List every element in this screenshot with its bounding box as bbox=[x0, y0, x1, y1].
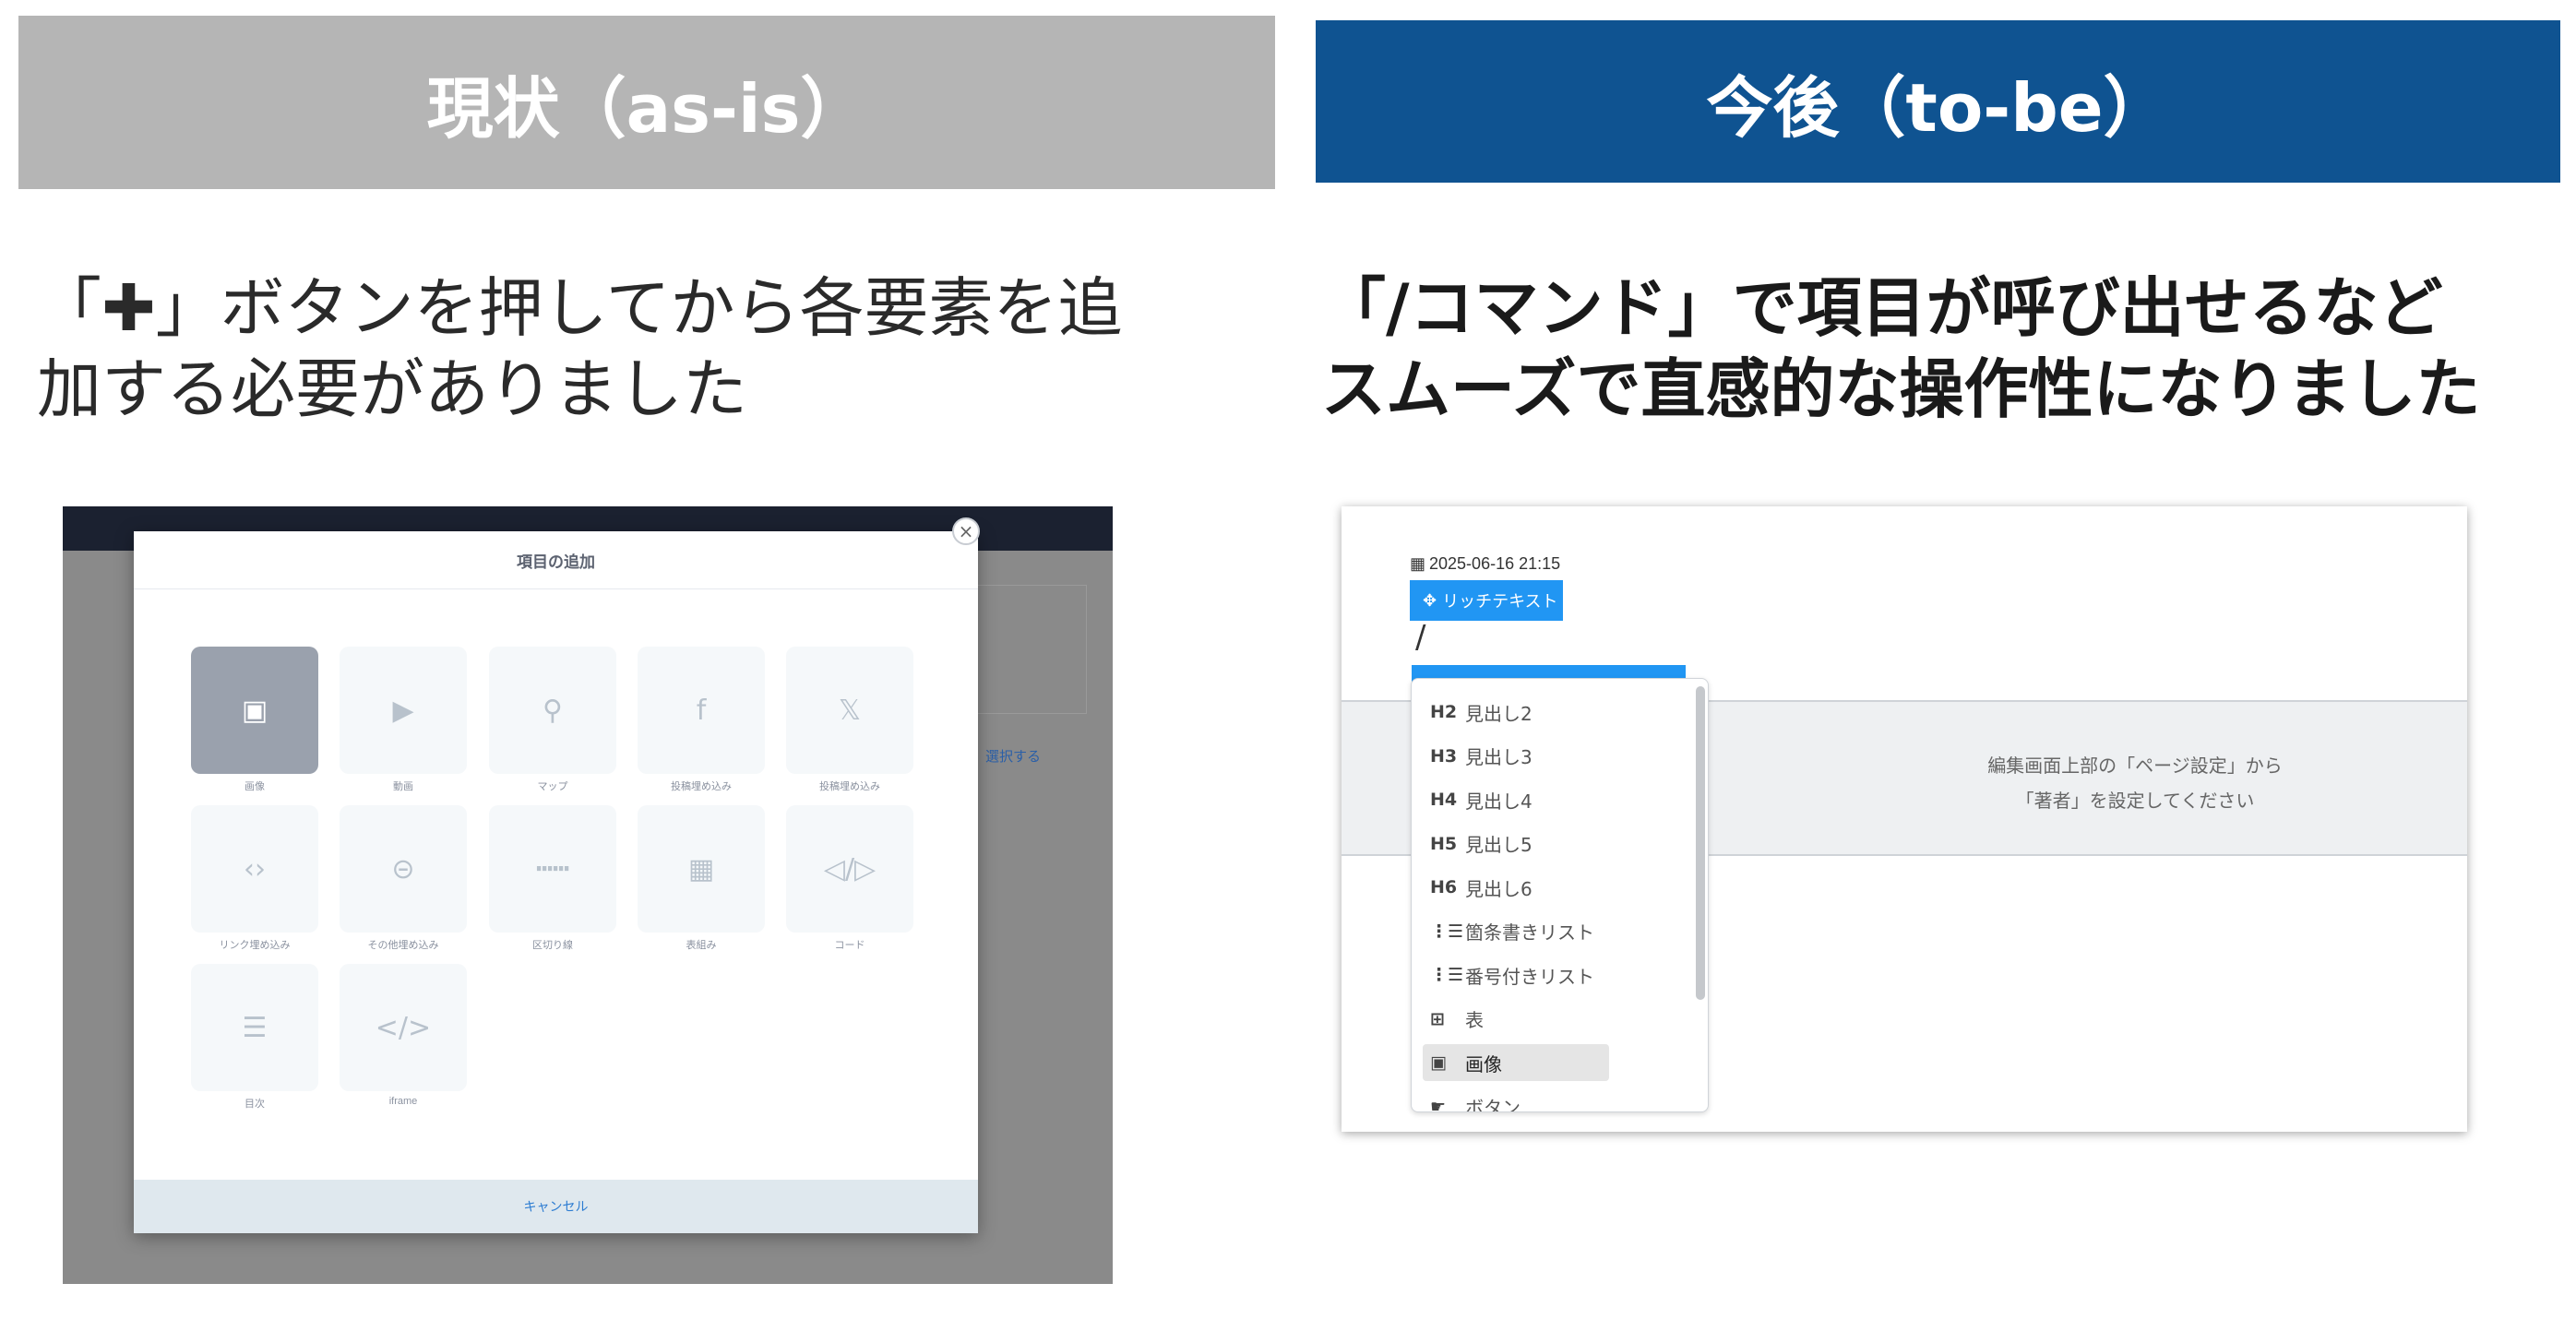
menu-item-heading-3[interactable]: H3 見出し3 bbox=[1423, 738, 1609, 775]
add-item-modal: 項目の追加 ▣ 画像 ▶ 動画 ⚲ マップ f 投稿埋め込み 𝕏 投稿埋め込み ‹› リンク埋め込み ⊝… bbox=[134, 531, 978, 1233]
tile-map-pin[interactable]: ⚲ bbox=[489, 647, 616, 774]
menu-item-label: 見出し5 bbox=[1465, 834, 1532, 856]
tile-label: 表組み bbox=[686, 940, 717, 951]
background-panel bbox=[976, 585, 1087, 714]
map-pin-icon: ⚲ bbox=[543, 694, 563, 727]
toc-icon: ☰ bbox=[242, 1011, 268, 1044]
divider-icon: ┅┅ bbox=[535, 852, 570, 885]
to-be-description: 「/コマンド」で項目が呼び出せるなど スムーズで直感的な操作性になりました bbox=[1321, 267, 2567, 430]
menu-item-image[interactable]: ▣ 画像 bbox=[1423, 1044, 1609, 1081]
menu-item-label: 表 bbox=[1465, 1009, 1484, 1031]
as-is-screenshot: 選択する 項目の追加 ▣ 画像 ▶ 動画 ⚲ マップ f 投稿埋め込み 𝕏 投稿埋め込み ‹› リンク… bbox=[63, 506, 1113, 1284]
menu-item-heading-2[interactable]: H2 見出し2 bbox=[1423, 694, 1609, 731]
code-icon: ◁/▷ bbox=[823, 852, 877, 885]
menu-item-label: 画像 bbox=[1465, 1052, 1502, 1075]
menu-item-heading-4[interactable]: H4 見出し4 bbox=[1423, 781, 1609, 818]
modal-title: 項目の追加 bbox=[134, 531, 978, 589]
timestamp-text: 2025-06-16 21:15 bbox=[1429, 554, 1561, 573]
heading-3-icon: H3 bbox=[1430, 745, 1458, 766]
tile-label: 投稿埋め込み bbox=[671, 781, 732, 792]
calendar-icon: ▦ bbox=[1410, 554, 1426, 573]
slash-command-menu: H2 見出し2 H3 見出し3 H4 見出し4 H5 見出し5 H6 見出し6 ⋮☰ 箇条書きリスト ⋮… bbox=[1411, 678, 1709, 1112]
tile-divider[interactable]: ┅┅ bbox=[489, 805, 616, 933]
tile-label: その他埋め込み bbox=[367, 940, 439, 951]
tile-table[interactable]: ▦ bbox=[638, 805, 765, 933]
to-be-description-line-1: 「/コマンド」で項目が呼び出せるなど bbox=[1321, 270, 2443, 346]
as-is-description-line-1: 「✚」ボタンを押してから各要素を追 bbox=[37, 270, 1123, 346]
link-icon: ⊝ bbox=[391, 852, 415, 885]
tile-label: マップ bbox=[537, 781, 568, 792]
rich-text-label: リッチテキスト bbox=[1442, 592, 1558, 611]
code-brackets-icon: ‹› bbox=[244, 852, 266, 885]
numbered-list-icon: ⋮☰ bbox=[1430, 965, 1464, 985]
tile-label: 区切り線 bbox=[532, 940, 573, 951]
menu-item-bullet-list[interactable]: ⋮☰ 箇条書きリスト bbox=[1423, 913, 1609, 950]
to-be-description-line-2: スムーズで直感的な操作性になりました bbox=[1321, 351, 2481, 427]
menu-item-table[interactable]: ⊞ 表 bbox=[1423, 1001, 1609, 1038]
menu-item-heading-5[interactable]: H5 見出し5 bbox=[1423, 826, 1609, 862]
as-is-header-label: 現状（as-is） bbox=[426, 69, 867, 148]
tile-label: 動画 bbox=[393, 781, 413, 792]
menu-item-label: ボタン bbox=[1465, 1097, 1521, 1112]
close-icon[interactable]: × bbox=[952, 517, 980, 545]
menu-item-label: 箇条書きリスト bbox=[1465, 921, 1594, 944]
cancel-button[interactable]: キャンセル bbox=[134, 1180, 978, 1233]
to-be-header-label: 今後（to-be） bbox=[1706, 68, 2170, 147]
as-is-description: 「✚」ボタンを押してから各要素を追 加する必要がありました bbox=[37, 267, 1273, 430]
menu-item-label: 見出し2 bbox=[1465, 702, 1532, 725]
author-notice-line-2: 「著者」を設定してください bbox=[2015, 790, 2255, 812]
facebook-icon: f bbox=[696, 694, 707, 727]
image-icon: ▣ bbox=[1430, 1052, 1447, 1073]
tile-label: 投稿埋め込み bbox=[819, 781, 880, 792]
menu-scrollbar[interactable] bbox=[1696, 686, 1705, 1000]
to-be-screenshot: ▦ 2025-06-16 21:15 ✥ リッチテキスト / 編集画面上部の「ペ… bbox=[1342, 506, 2467, 1132]
tile-x-logo[interactable]: 𝕏 bbox=[786, 647, 913, 774]
tile-label: 画像 bbox=[244, 781, 265, 792]
heading-6-icon: H6 bbox=[1430, 877, 1458, 897]
editor-input[interactable]: / bbox=[1415, 619, 1425, 656]
as-is-description-line-2: 加する必要がありました bbox=[37, 351, 747, 427]
menu-item-label: 見出し4 bbox=[1465, 790, 1532, 813]
move-icon: ✥ bbox=[1423, 590, 1437, 610]
tile-label: 目次 bbox=[244, 1099, 265, 1110]
as-is-header: 現状（as-is） bbox=[18, 16, 1275, 189]
video-icon: ▶ bbox=[392, 694, 414, 727]
tile-label: iframe bbox=[388, 1096, 418, 1107]
menu-item-label: 見出し3 bbox=[1465, 746, 1532, 768]
tile-code-brackets[interactable]: ‹› bbox=[191, 805, 318, 933]
tile-label: コード bbox=[834, 940, 865, 951]
table-icon: ▦ bbox=[687, 852, 715, 885]
timestamp: ▦ 2025-06-16 21:15 bbox=[1410, 554, 1560, 574]
tile-iframe[interactable]: </> bbox=[340, 964, 467, 1091]
background-select-link[interactable]: 選択する bbox=[985, 746, 1041, 766]
tile-code[interactable]: ◁/▷ bbox=[786, 805, 913, 933]
tile-toc[interactable]: ☰ bbox=[191, 964, 318, 1091]
author-notice-text: 編集画面上部の「ページ設定」から 「著者」を設定してください bbox=[1858, 748, 2412, 818]
menu-item-label: 番号付きリスト bbox=[1465, 965, 1594, 988]
iframe-icon: </> bbox=[375, 1011, 432, 1044]
menu-item-numbered-list[interactable]: ⋮☰ 番号付きリスト bbox=[1423, 957, 1609, 993]
tile-link[interactable]: ⊝ bbox=[340, 805, 467, 933]
menu-item-label: 見出し6 bbox=[1465, 877, 1532, 900]
menu-item-heading-6[interactable]: H6 見出し6 bbox=[1423, 869, 1609, 906]
rich-text-block-handle[interactable]: ✥ リッチテキスト bbox=[1410, 580, 1563, 621]
heading-2-icon: H2 bbox=[1430, 702, 1458, 722]
x-logo-icon: 𝕏 bbox=[838, 694, 862, 727]
bullet-list-icon: ⋮☰ bbox=[1430, 921, 1464, 942]
tile-video[interactable]: ▶ bbox=[340, 647, 467, 774]
tile-label: リンク埋め込み bbox=[219, 940, 291, 951]
button-icon: ☛ bbox=[1430, 1096, 1447, 1112]
menu-item-button[interactable]: ☛ ボタン bbox=[1423, 1088, 1609, 1112]
heading-4-icon: H4 bbox=[1430, 790, 1458, 810]
author-notice-line-1: 編集画面上部の「ページ設定」から bbox=[1987, 755, 2283, 777]
table-icon: ⊞ bbox=[1430, 1008, 1445, 1029]
tile-image[interactable]: ▣ bbox=[191, 647, 318, 774]
image-icon: ▣ bbox=[241, 694, 268, 727]
to-be-header: 今後（to-be） bbox=[1316, 20, 2560, 183]
tile-facebook[interactable]: f bbox=[638, 647, 765, 774]
heading-5-icon: H5 bbox=[1430, 833, 1458, 854]
